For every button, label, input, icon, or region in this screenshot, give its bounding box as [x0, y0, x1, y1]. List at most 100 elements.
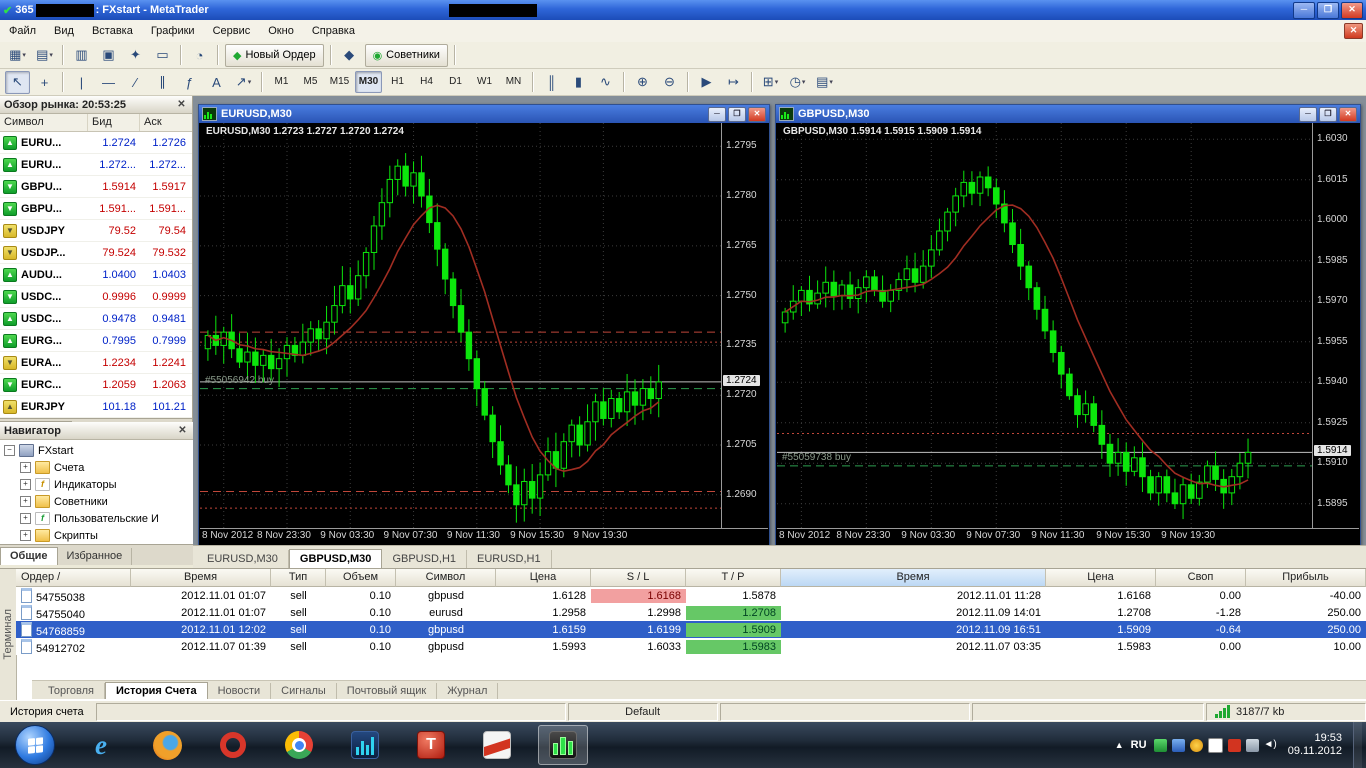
tray-chart-icon[interactable] — [1208, 738, 1223, 753]
terminal-row[interactable]: 547550382012.11.01 01:07sell0.10gbpusd1.… — [16, 587, 1366, 604]
zoom-out-icon[interactable]: ⊖ — [657, 71, 682, 94]
market-watch-row[interactable]: ▼USDJPY79.5279.54 — [0, 220, 192, 242]
terminal-column-Объем[interactable]: Объем — [326, 569, 396, 587]
market-watch-row[interactable]: ▼GBPU...1.59141.5917 — [0, 176, 192, 198]
chart-minimize-button[interactable]: ─ — [1299, 107, 1317, 122]
status-profile[interactable]: Default — [568, 703, 718, 721]
templates-icon[interactable]: ▤▾ — [812, 71, 837, 94]
menu-item-Графики[interactable]: Графики — [142, 22, 204, 40]
taskbar-clock[interactable]: 19:53 09.11.2012 — [1288, 732, 1342, 758]
expand-icon[interactable]: + — [20, 530, 31, 541]
chart-window-GBPUSD[interactable]: GBPUSD,M30─❐✕GBPUSD,M30 1.5914 1.5915 1.… — [775, 104, 1361, 546]
chart-window-EURUSD[interactable]: EURUSD,M30─❐✕EURUSD,M30 1.2723 1.2727 1.… — [198, 104, 770, 546]
new-order-button[interactable]: ◆Новый Ордер — [225, 44, 324, 67]
tree-item-Пользовательские И[interactable]: +fПользовательские И — [0, 510, 193, 527]
internet-explorer-icon-slot[interactable]: e — [76, 725, 126, 765]
market-watch-row[interactable]: ▲AUDU...1.04001.0403 — [0, 264, 192, 286]
timeframe-M30[interactable]: M30 — [355, 71, 382, 93]
price-scale[interactable]: 1.27951.27801.27651.27501.27351.27201.27… — [721, 123, 768, 529]
opera-icon-slot[interactable] — [208, 725, 258, 765]
chart-plot[interactable]: GBPUSD,M30 1.5914 1.5915 1.5909 1.5914#5… — [777, 123, 1313, 529]
chart-minimize-button[interactable]: ─ — [708, 107, 726, 122]
menu-item-Окно[interactable]: Окно — [259, 22, 303, 40]
market-watch-row[interactable]: ▼GBPU...1.591...1.591... — [0, 198, 192, 220]
timeframe-W1[interactable]: W1 — [471, 71, 498, 93]
chart-close-button[interactable]: ✕ — [748, 107, 766, 122]
metatrader-icon-slot[interactable] — [538, 725, 588, 765]
terminal-tab-Новости[interactable]: Новости — [208, 683, 272, 699]
navigator-tab-Избранное[interactable]: Избранное — [58, 548, 133, 565]
terminal-column-Цена[interactable]: Цена — [496, 569, 591, 587]
terminal-tab-Торговля[interactable]: Торговля — [38, 683, 105, 699]
menu-item-Файл[interactable]: Файл — [0, 22, 45, 40]
terminal-column-T / P[interactable]: T / P — [686, 569, 781, 587]
terminal-column-Символ[interactable]: Символ — [396, 569, 496, 587]
column-ask[interactable]: Аск — [140, 114, 190, 131]
tray-flag-icon[interactable] — [1228, 739, 1241, 752]
channel-icon[interactable]: ∥ — [150, 71, 175, 94]
collapse-icon[interactable]: − — [4, 445, 15, 456]
timeframe-D1[interactable]: D1 — [442, 71, 469, 93]
tray-shield-icon[interactable] — [1154, 739, 1167, 752]
expand-icon[interactable]: + — [20, 462, 31, 473]
menu-item-Вставка[interactable]: Вставка — [83, 22, 142, 40]
app-red-white-icon-slot[interactable] — [472, 725, 522, 765]
price-scale[interactable]: 1.60301.60151.60001.59851.59701.59551.59… — [1312, 123, 1359, 529]
horizontal-line-icon[interactable]: — — [96, 71, 121, 94]
indicators-icon[interactable]: ⊞▾ — [758, 71, 783, 94]
trading-app-icon-slot[interactable] — [340, 725, 390, 765]
data-window-icon[interactable]: ▣ — [96, 44, 121, 67]
terminal-column-Время[interactable]: Время — [781, 569, 1046, 587]
market-watch-row[interactable]: ▲EURJPY101.18101.21 — [0, 396, 192, 418]
minimize-button[interactable]: ─ — [1293, 2, 1315, 19]
navigator-tab-Общие[interactable]: Общие — [0, 547, 58, 565]
menu-item-Справка[interactable]: Справка — [303, 22, 364, 40]
hidden-icons-button[interactable]: ▲ — [1115, 740, 1124, 750]
chart-close-button[interactable]: ✕ — [1339, 107, 1357, 122]
tree-item-Советники[interactable]: +Советники — [0, 493, 193, 510]
tray-display-icon[interactable] — [1172, 739, 1185, 752]
terminal-column-Ордер[interactable]: Ордер / — [16, 569, 131, 587]
terminal-column-Прибыль[interactable]: Прибыль — [1246, 569, 1366, 587]
trendline-icon[interactable]: ∕ — [123, 71, 148, 94]
market-watch-row[interactable]: ▲USDC...0.94780.9481 — [0, 308, 192, 330]
chart-plot[interactable]: EURUSD,M30 1.2723 1.2727 1.2720 1.2724#5… — [200, 123, 722, 529]
timeframe-M15[interactable]: M15 — [326, 71, 353, 93]
terminal-tab-Журнал[interactable]: Журнал — [437, 683, 498, 699]
restore-button[interactable]: ❐ — [1317, 2, 1339, 19]
timeframe-MN[interactable]: MN — [500, 71, 527, 93]
market-watch-row[interactable]: ▼EURC...1.20591.2063 — [0, 374, 192, 396]
terminal-side-tab[interactable]: Терминал — [0, 569, 17, 700]
chart-tab-GBPUSD,H1[interactable]: GBPUSD,H1 — [382, 550, 467, 568]
chart-title-bar[interactable]: GBPUSD,M30─❐✕ — [776, 105, 1360, 123]
market-watch-row[interactable]: ▼USDJP...79.52479.532 — [0, 242, 192, 264]
firefox-icon-slot[interactable] — [142, 725, 192, 765]
tray-update-icon[interactable] — [1190, 739, 1203, 752]
cursor-icon[interactable]: ↖ — [5, 71, 30, 94]
timeframe-M5[interactable]: M5 — [297, 71, 324, 93]
strategy-tester-icon[interactable]: ◔ — [187, 44, 212, 67]
advisors-button[interactable]: ◉Советники — [365, 44, 448, 67]
close-icon[interactable]: ✕ — [176, 425, 189, 436]
chart-tab-GBPUSD,M30[interactable]: GBPUSD,M30 — [289, 549, 383, 568]
auto-scroll-icon[interactable]: ▶ — [694, 71, 719, 94]
terminal-tab-История Счета[interactable]: История Счета — [105, 682, 208, 699]
terminal-tab-Почтовый ящик[interactable]: Почтовый ящик — [337, 683, 437, 699]
fibonacci-icon[interactable]: ƒ — [177, 71, 202, 94]
start-button[interactable] — [15, 725, 55, 765]
terminal-column-Своп[interactable]: Своп — [1156, 569, 1246, 587]
profiles-icon[interactable]: ▤▾ — [32, 44, 57, 67]
market-watch-icon[interactable]: ▥ — [69, 44, 94, 67]
menu-item-Вид[interactable]: Вид — [45, 22, 83, 40]
terminal-row[interactable]: 547550402012.11.01 01:07sell0.10eurusd1.… — [16, 604, 1366, 621]
expand-icon[interactable]: + — [20, 513, 31, 524]
tree-item-Индикаторы[interactable]: +fИндикаторы — [0, 476, 193, 493]
terminal-column-S / L[interactable]: S / L — [591, 569, 686, 587]
tray-volume-icon[interactable]: ◄) — [1264, 739, 1277, 752]
expand-icon[interactable]: + — [20, 479, 31, 490]
close-button[interactable]: ✕ — [1341, 2, 1363, 19]
market-watch-row[interactable]: ▲EURU...1.27241.2726 — [0, 132, 192, 154]
chart-restore-button[interactable]: ❐ — [728, 107, 746, 122]
market-watch-row[interactable]: ▼USDC...0.99960.9999 — [0, 286, 192, 308]
chart-tab-EURUSD,M30[interactable]: EURUSD,M30 — [197, 550, 289, 568]
